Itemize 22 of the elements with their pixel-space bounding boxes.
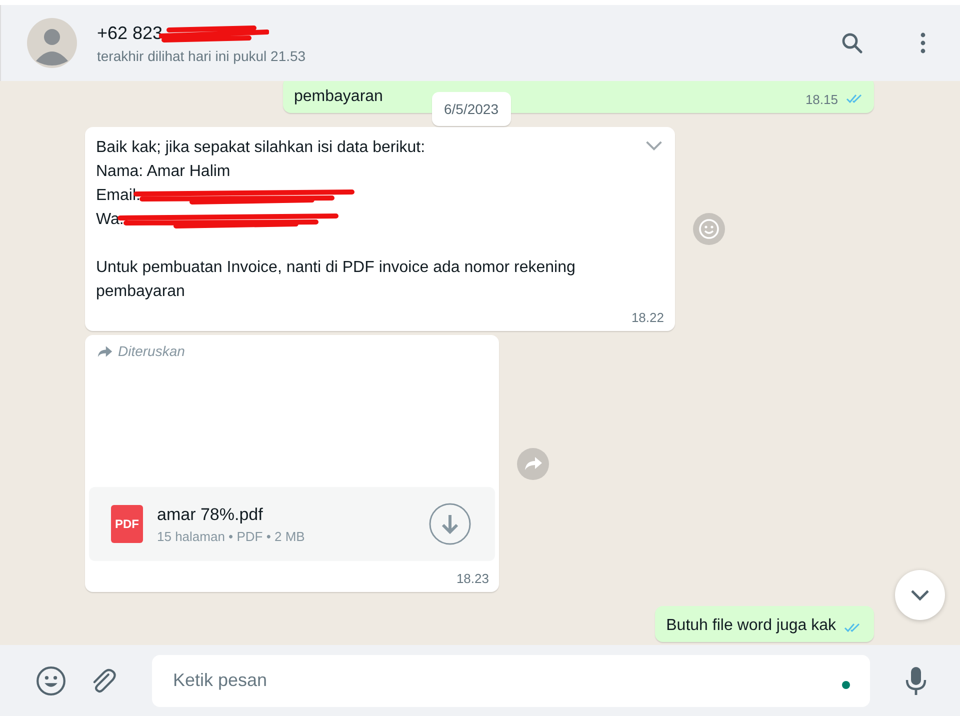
file-name: amar 78%.pdf [157, 504, 264, 524]
download-icon[interactable] [429, 503, 471, 545]
scroll-down-button[interactable] [894, 569, 946, 621]
message-time: 18.15 [805, 92, 838, 107]
file-type-icon: PDF [111, 505, 143, 543]
menu-icon[interactable] [920, 31, 926, 55]
microphone-icon[interactable] [904, 666, 928, 696]
chevron-down-icon[interactable] [645, 140, 663, 151]
outgoing-message: Butuh file word juga kak [655, 606, 874, 642]
avatar[interactable] [27, 18, 77, 68]
file-attachment[interactable]: PDF amar 78%.pdf 15 halaman • PDF • 2 MB [89, 487, 495, 561]
message-time: 18.23 [456, 571, 489, 586]
incoming-message: Baik kak; jika sepakat silahkan isi data berikut: Nama: Amar Halim Email: Wa: Untuk pembuatan Invoice, nanti di PDF invoice ada nomor rekening pembayaran 18.22 [85, 127, 675, 331]
smiley-icon[interactable] [36, 666, 66, 696]
date-chip: 6/5/2023 [432, 92, 510, 126]
file-details: 15 halaman • PDF • 2 MB [157, 528, 306, 544]
forwarded-label: Diteruskan [118, 343, 185, 359]
message-input-field[interactable]: Ketik pesan [152, 654, 870, 706]
search-icon[interactable] [840, 31, 864, 55]
last-seen-text: terakhir dilihat hari ini pukul 21.53 [97, 48, 307, 64]
forward-arrow-icon [97, 344, 113, 358]
message-time: 18.22 [631, 310, 664, 325]
